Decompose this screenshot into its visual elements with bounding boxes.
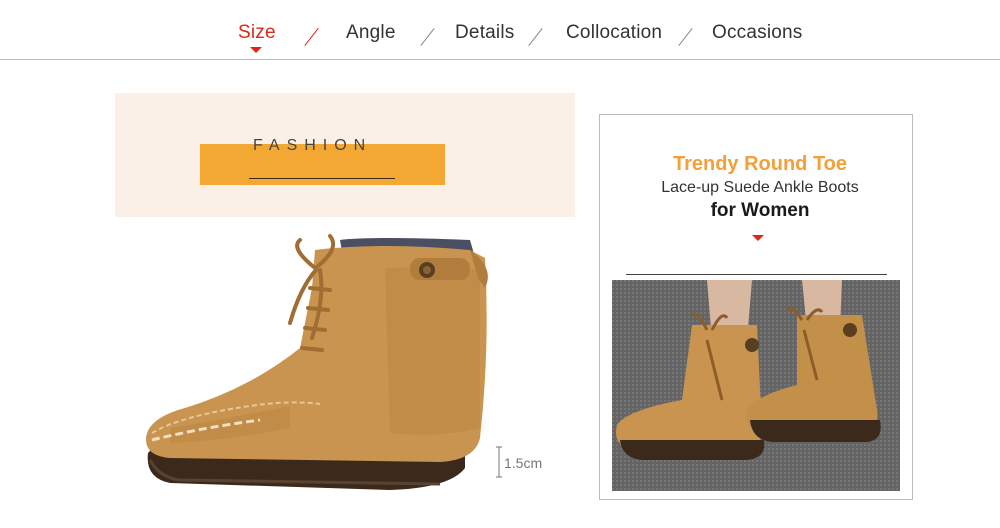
- product-title-line1: Trendy Round Toe: [672, 153, 848, 175]
- boot-side-image: [145, 234, 488, 490]
- tab-separator: [678, 28, 693, 46]
- product-title-line3: for Women: [710, 200, 810, 221]
- banner-title: FASHION: [253, 137, 373, 154]
- boots-on-feet-photo: [612, 280, 900, 491]
- fashion-banner: FASHION: [115, 93, 575, 217]
- tab-size[interactable]: Size: [238, 22, 276, 44]
- tab-collocation[interactable]: Collocation: [566, 22, 662, 44]
- tab-separator: [304, 28, 319, 46]
- tab-occasions[interactable]: Occasions: [712, 22, 803, 44]
- tab-separator: [420, 28, 435, 46]
- tab-angle[interactable]: Angle: [346, 22, 396, 44]
- tab-separator: [528, 28, 543, 46]
- section-tabs: Size Angle Details Collocation Occasions: [0, 0, 1000, 60]
- boot-side-tab: [410, 258, 470, 280]
- heel-height-marker-icon: [496, 446, 502, 478]
- banner-underline: [249, 178, 395, 179]
- card-caret-icon: [752, 235, 764, 241]
- tab-details[interactable]: Details: [455, 22, 514, 44]
- card-divider: [626, 274, 887, 275]
- heel-height-label: 1.5cm: [504, 455, 543, 471]
- nav-divider: [0, 59, 1000, 60]
- active-tab-indicator-icon: [250, 47, 262, 53]
- product-title-line2: Lace-up Suede Ankle Boots: [661, 179, 859, 196]
